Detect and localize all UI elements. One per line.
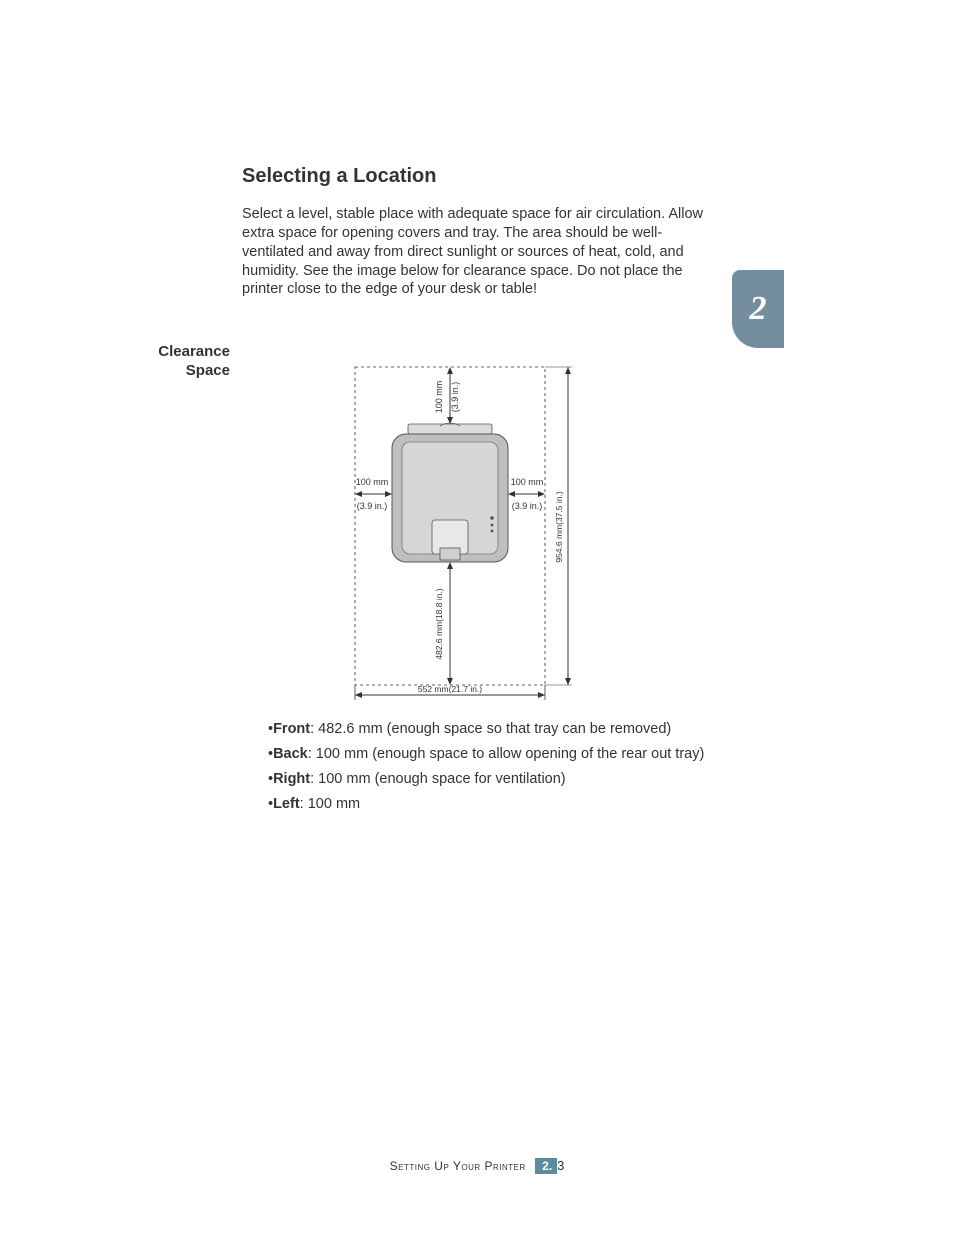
bullet-right: •Right: 100 mm (enough space for ventila… — [268, 770, 708, 789]
top-in-label: (3.9 in.) — [450, 382, 460, 413]
left-in-label: (3.9 in.) — [357, 501, 388, 511]
footer-chapter: 2. — [535, 1158, 557, 1174]
front-depth-label: 482.6 mm(18.8 in.) — [434, 588, 444, 660]
clearance-bullets: •Front: 482.6 mm (enough space so that t… — [268, 720, 708, 819]
width-label: 552 mm(21.7 in.) — [418, 684, 482, 694]
bullet-front: •Front: 482.6 mm (enough space so that t… — [268, 720, 708, 739]
right-in-label: (3.9 in.) — [512, 501, 543, 511]
footer-section: Setting Up Your Printer — [390, 1159, 526, 1173]
bullet-left: •Left: 100 mm — [268, 795, 708, 814]
page-footer: Setting Up Your Printer 2.3 — [0, 1157, 954, 1175]
intro-paragraph: Select a level, stable place with adequa… — [242, 205, 707, 299]
top-mm-label: 100 mm — [434, 381, 444, 414]
chapter-tab: 2 — [732, 270, 784, 348]
footer-page: 3 — [557, 1158, 564, 1173]
left-mm-label: 100 mm — [356, 477, 389, 487]
printer-icon — [392, 423, 508, 562]
page-heading: Selecting a Location — [242, 165, 436, 188]
total-height-label: 954.6 mm(37.5 in.) — [554, 491, 564, 563]
sidebar-heading: Clearance Space — [125, 343, 230, 381]
manual-page: Selecting a Location Select a level, sta… — [0, 0, 954, 1235]
clearance-diagram: 552 mm(21.7 in.) 954.6 mm(37.5 in.) — [350, 362, 580, 702]
right-mm-label: 100 mm — [511, 477, 544, 487]
chapter-number: 2 — [750, 290, 767, 328]
bullet-back: •Back: 100 mm (enough space to allow ope… — [268, 745, 708, 764]
